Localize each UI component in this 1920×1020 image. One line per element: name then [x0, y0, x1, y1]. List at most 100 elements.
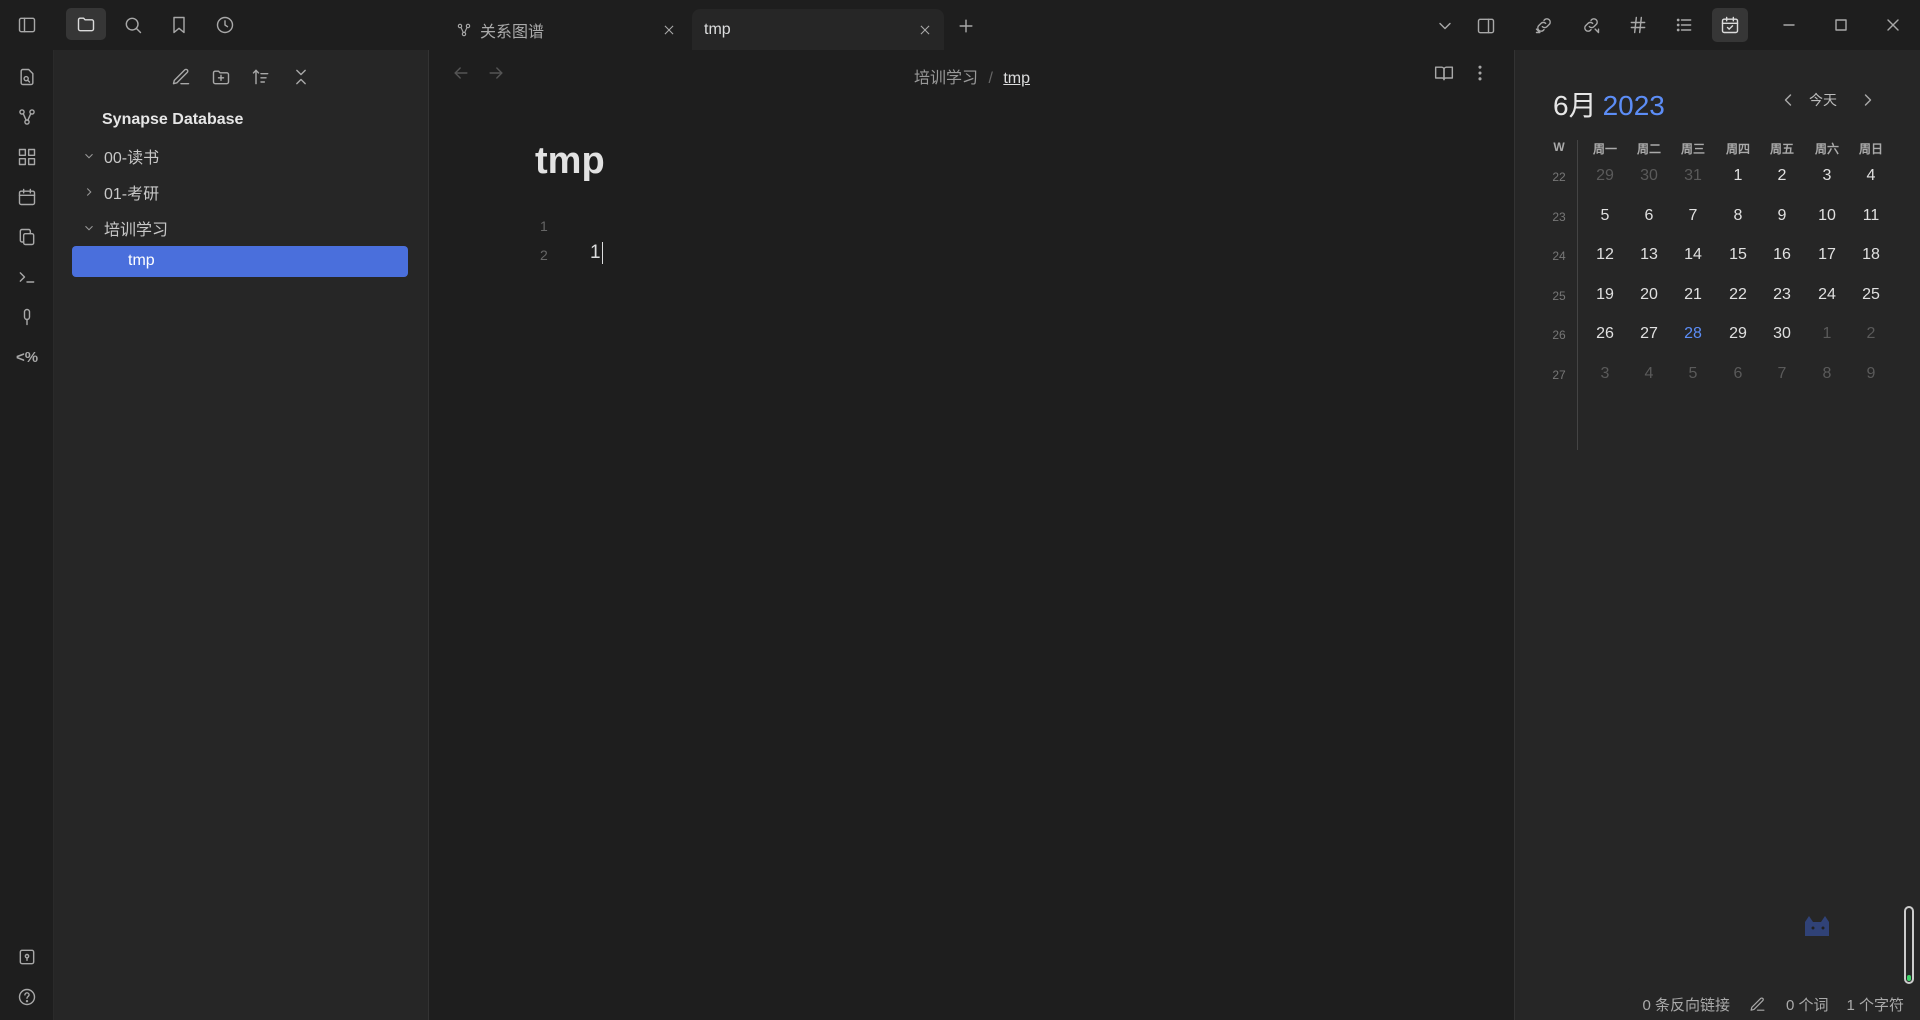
calendar-day[interactable]: 23 — [1762, 286, 1802, 304]
backlinks-count[interactable]: 0 条反向链接 — [1642, 994, 1730, 1015]
calendar-day-today[interactable]: 28 — [1673, 325, 1713, 343]
calendar-day[interactable]: 24 — [1807, 286, 1847, 304]
week-number[interactable]: 25 — [1547, 289, 1571, 303]
edit-pencil-icon[interactable] — [1748, 994, 1768, 1014]
week-number[interactable]: 24 — [1547, 249, 1571, 263]
calendar-day[interactable]: 1 — [1718, 167, 1758, 185]
file-explorer-tab-icon[interactable] — [66, 8, 106, 40]
scroll-indicator[interactable] — [1904, 906, 1914, 984]
calendar-day[interactable]: 12 — [1585, 246, 1625, 264]
calendar-day[interactable]: 5 — [1673, 365, 1713, 383]
calendar-day[interactable]: 29 — [1585, 167, 1625, 185]
folder-item[interactable]: 01-考研 — [82, 177, 159, 207]
vault-switch-icon[interactable] — [12, 942, 42, 972]
new-note-icon[interactable] — [166, 62, 196, 92]
close-window-icon[interactable] — [1876, 10, 1910, 40]
new-folder-icon[interactable] — [206, 62, 236, 92]
maximize-icon[interactable] — [1824, 10, 1858, 40]
calendar-day[interactable]: 14 — [1673, 246, 1713, 264]
calendar-day[interactable]: 2 — [1851, 325, 1891, 343]
bookmark-icon[interactable] — [164, 10, 194, 40]
new-tab-plus-icon[interactable] — [952, 12, 980, 40]
breadcrumb-current[interactable]: tmp — [1003, 70, 1030, 87]
tab-graph-view[interactable]: 关系图谱 — [444, 9, 688, 50]
minimize-icon[interactable] — [1772, 10, 1806, 40]
calendar-day[interactable]: 3 — [1585, 365, 1625, 383]
templater-icon[interactable]: <% — [10, 342, 44, 372]
previous-month-chevron-icon[interactable] — [1775, 86, 1801, 114]
calendar-day[interactable]: 9 — [1762, 207, 1802, 225]
folder-item[interactable]: 培训学习 — [82, 213, 168, 243]
calendar-day[interactable]: 22 — [1718, 286, 1758, 304]
calendar-day[interactable]: 18 — [1851, 246, 1891, 264]
note-title[interactable]: tmp — [535, 140, 605, 183]
today-button[interactable]: 今天 — [1809, 90, 1837, 110]
calendar-day[interactable]: 3 — [1807, 167, 1847, 185]
calendar-day[interactable]: 6 — [1629, 207, 1669, 225]
calendar-day[interactable]: 30 — [1629, 167, 1669, 185]
toggle-right-sidebar-icon[interactable] — [1470, 12, 1502, 40]
tab-tmp[interactable]: tmp — [692, 9, 944, 50]
outgoing-links-icon[interactable] — [1575, 10, 1607, 40]
calendar-day[interactable]: 10 — [1807, 207, 1847, 225]
close-tab-icon[interactable] — [660, 21, 678, 39]
calendar-day[interactable]: 7 — [1673, 207, 1713, 225]
calendar-day[interactable]: 16 — [1762, 246, 1802, 264]
calendar-day[interactable]: 4 — [1629, 365, 1669, 383]
open-quick-switcher-icon[interactable] — [12, 62, 42, 92]
command-palette-terminal-icon[interactable] — [12, 262, 42, 292]
calendar-icon[interactable] — [1712, 8, 1748, 42]
pet-plugin-widget[interactable] — [1797, 910, 1853, 946]
editor-line[interactable]: 1 — [590, 242, 604, 264]
tags-hash-icon[interactable] — [1622, 10, 1654, 40]
more-options-icon[interactable] — [1468, 60, 1492, 86]
calendar-day[interactable]: 15 — [1718, 246, 1758, 264]
calendar-day[interactable]: 27 — [1629, 325, 1669, 343]
vault-root[interactable]: Synapse Database — [102, 105, 243, 135]
calendar-day[interactable]: 2 — [1762, 167, 1802, 185]
search-icon[interactable] — [118, 10, 148, 40]
collapse-all-icon[interactable] — [286, 62, 316, 92]
calendar-day[interactable]: 8 — [1807, 365, 1847, 383]
calendar-day[interactable]: 25 — [1851, 286, 1891, 304]
daily-note-calendar-icon[interactable] — [12, 182, 42, 212]
templates-copy-icon[interactable] — [12, 222, 42, 252]
sort-order-icon[interactable] — [246, 62, 276, 92]
calendar-day[interactable]: 31 — [1673, 167, 1713, 185]
calendar-day[interactable]: 20 — [1629, 286, 1669, 304]
calendar-day[interactable]: 7 — [1762, 365, 1802, 383]
calendar-day[interactable]: 5 — [1585, 207, 1625, 225]
folder-item[interactable]: 00-读书 — [82, 141, 159, 171]
calendar-day[interactable]: 13 — [1629, 246, 1669, 264]
canvas-grid-icon[interactable] — [12, 142, 42, 172]
calendar-day[interactable]: 26 — [1585, 325, 1625, 343]
tab-list-chevron-down-icon[interactable] — [1430, 12, 1460, 40]
audio-recorder-icon[interactable] — [12, 302, 42, 332]
calendar-day[interactable]: 4 — [1851, 167, 1891, 185]
calendar-day[interactable]: 17 — [1807, 246, 1847, 264]
next-month-chevron-icon[interactable] — [1855, 86, 1881, 114]
calendar-day[interactable]: 6 — [1718, 365, 1758, 383]
help-icon[interactable] — [12, 982, 42, 1012]
calendar-day[interactable]: 29 — [1718, 325, 1758, 343]
week-number[interactable]: 22 — [1547, 170, 1571, 184]
backlinks-icon[interactable] — [1528, 10, 1560, 40]
week-number[interactable]: 27 — [1547, 368, 1571, 382]
toggle-left-sidebar-icon[interactable] — [12, 12, 42, 38]
week-number[interactable]: 23 — [1547, 210, 1571, 224]
close-tab-icon[interactable] — [916, 21, 934, 39]
calendar-day[interactable]: 9 — [1851, 365, 1891, 383]
week-number[interactable]: 26 — [1547, 328, 1571, 342]
calendar-day[interactable]: 21 — [1673, 286, 1713, 304]
outline-list-icon[interactable] — [1668, 10, 1700, 40]
calendar-day[interactable]: 11 — [1851, 207, 1891, 225]
calendar-day[interactable]: 30 — [1762, 325, 1802, 343]
calendar-day[interactable]: 8 — [1718, 207, 1758, 225]
calendar-day[interactable]: 1 — [1807, 325, 1847, 343]
recent-clock-icon[interactable] — [210, 10, 240, 40]
breadcrumb-parent[interactable]: 培训学习 — [914, 70, 978, 87]
reading-view-book-icon[interactable] — [1430, 60, 1458, 86]
graph-view-icon[interactable] — [12, 102, 42, 132]
calendar-day[interactable]: 19 — [1585, 286, 1625, 304]
file-item-selected[interactable]: tmp — [72, 246, 408, 277]
